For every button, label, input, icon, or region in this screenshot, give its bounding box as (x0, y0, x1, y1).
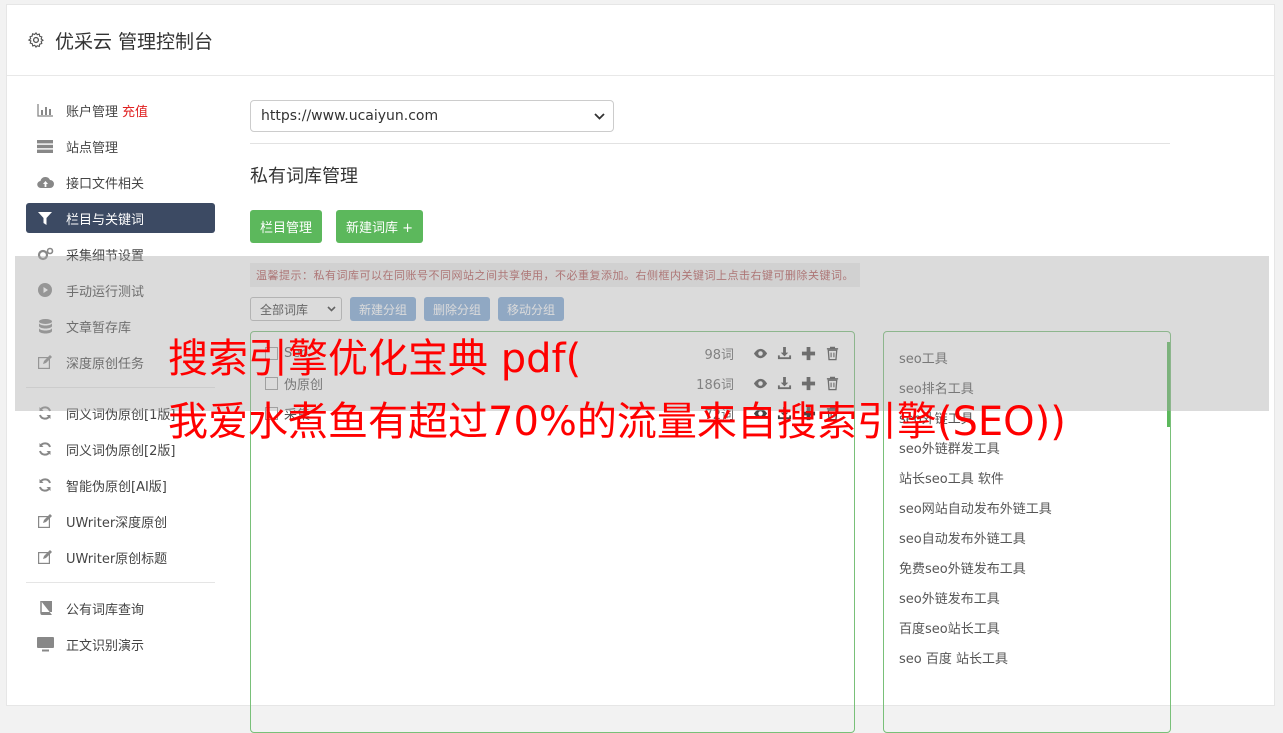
watermark-overlay (15, 256, 1269, 411)
sidebar-divider (26, 582, 215, 583)
gear-icon (27, 31, 44, 49)
section-title: 私有词库管理 (250, 166, 358, 187)
keyword-item[interactable]: seo网站自动发布外链工具 (884, 492, 1170, 522)
keyword-item[interactable]: seo自动发布外链工具 (884, 522, 1170, 552)
edit-icon (36, 514, 54, 528)
site-select[interactable]: https://www.ucaiyun.com (250, 100, 614, 132)
keyword-item[interactable]: seo外链发布工具 (884, 582, 1170, 612)
sidebar-item-account[interactable]: 账户管理 充值 (26, 95, 215, 125)
keyword-item[interactable]: 站长seo工具 软件 (884, 462, 1170, 492)
sidebar-item-uwriter-deep[interactable]: UWriter深度原创 (26, 506, 215, 536)
sidebar-item-label: 栏目与关键词 (66, 212, 145, 228)
bar-chart-icon (36, 103, 54, 117)
sidebar-item-label: 站点管理 (66, 140, 119, 156)
sidebar-item-label: 接口文件相关 (66, 176, 145, 192)
refresh-icon (36, 442, 54, 456)
sidebar-item-label: 账户管理 (66, 104, 119, 120)
sidebar-item-label: UWriter原创标题 (66, 551, 168, 567)
server-icon (36, 139, 54, 153)
section-divider (250, 143, 1170, 144)
sidebar-item-ai-rewrite[interactable]: 智能伪原创[AI版] (26, 470, 215, 500)
filter-icon (36, 211, 54, 225)
recharge-link[interactable]: 充值 (122, 101, 148, 120)
sidebar-item-label: 正文识别演示 (66, 638, 145, 654)
sidebar-item-label: 同义词伪原创[2版] (66, 443, 176, 459)
sidebar-item-public-lexicon[interactable]: 公有词库查询 (26, 593, 215, 623)
header: 优采云 管理控制台 (7, 5, 1274, 76)
watermark-line-1: 搜索引擎优化宝典 pdf( (168, 336, 582, 382)
column-manage-button[interactable]: 栏目管理 (250, 210, 323, 243)
chevron-down-icon (594, 112, 605, 120)
sidebar-item-label: 智能伪原创[AI版] (66, 479, 167, 495)
cloud-upload-icon (36, 175, 54, 189)
refresh-icon (36, 478, 54, 492)
sidebar-item-columns-keywords[interactable]: 栏目与关键词 (26, 203, 215, 233)
monitor-icon (36, 636, 54, 651)
sidebar-item-uwriter-title[interactable]: UWriter原创标题 (26, 542, 215, 572)
edit-icon (36, 550, 54, 564)
sidebar-item-interface-files[interactable]: 接口文件相关 (26, 167, 215, 197)
new-library-button[interactable]: 新建词库 + (336, 210, 424, 243)
keyword-item[interactable]: 免费seo外链发布工具 (884, 552, 1170, 582)
sidebar-item-label: UWriter深度原创 (66, 515, 168, 531)
action-buttons: 栏目管理 新建词库 + (250, 210, 1170, 243)
sidebar-item-text-recognition-demo[interactable]: 正文识别演示 (26, 629, 215, 659)
app-title: 优采云 管理控制台 (55, 30, 214, 53)
keyword-item[interactable]: seo 百度 站长工具 (884, 642, 1170, 672)
keyword-item[interactable]: 百度seo站长工具 (884, 612, 1170, 642)
sidebar-item-sites[interactable]: 站点管理 (26, 131, 215, 161)
book-icon (36, 601, 54, 615)
sidebar-item-label: 公有词库查询 (66, 602, 145, 618)
watermark-line-2: 我爱水煮鱼有超过70%的流量来自搜索引擎(SEO)) (168, 399, 1066, 445)
site-select-value: https://www.ucaiyun.com (261, 108, 439, 124)
